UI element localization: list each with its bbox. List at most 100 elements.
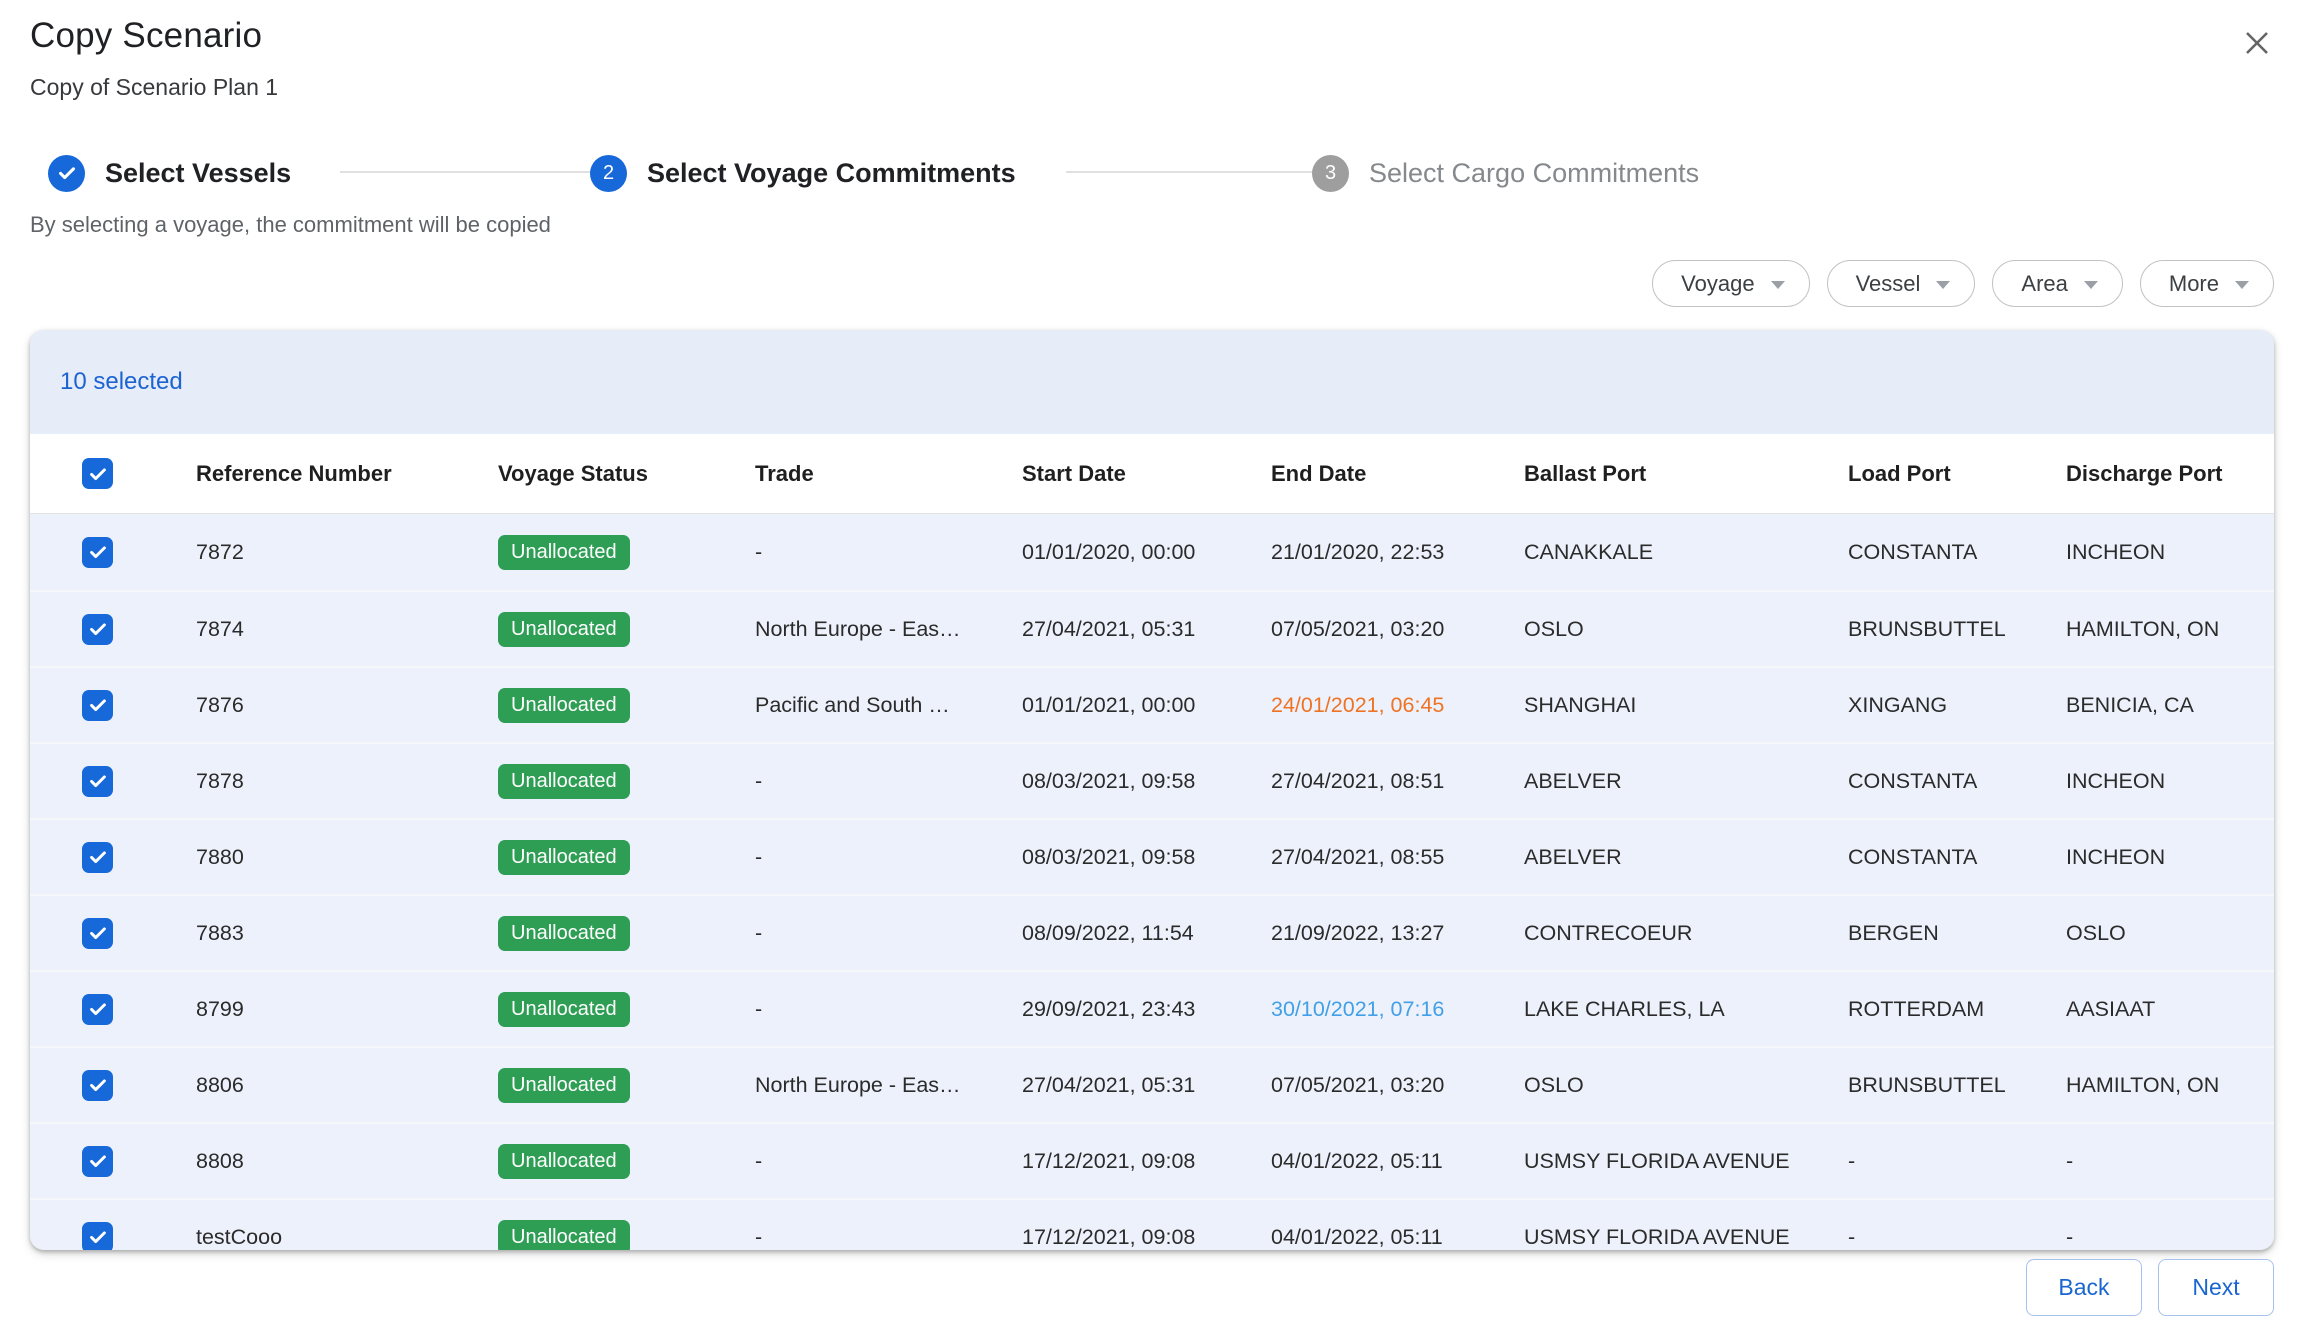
chevron-down-icon xyxy=(1936,281,1950,289)
start-date-cell: 01/01/2020, 00:00 xyxy=(1022,540,1271,565)
filter-area-button[interactable]: Area xyxy=(1992,260,2122,307)
column-header-load-port: Load Port xyxy=(1848,461,2066,487)
trade-cell: North Europe - Eas… xyxy=(755,1073,1022,1098)
filter-vessel-button[interactable]: Vessel xyxy=(1827,260,1976,307)
row-checkbox[interactable] xyxy=(82,614,113,645)
trade-cell: - xyxy=(755,769,1022,794)
step-select-cargo-commitments[interactable]: 3 Select Cargo Commitments xyxy=(1312,152,1699,194)
row-checkbox[interactable] xyxy=(82,842,113,873)
start-date-cell: 17/12/2021, 09:08 xyxy=(1022,1225,1271,1250)
end-date-cell: 27/04/2021, 08:55 xyxy=(1271,845,1524,870)
trade-cell: - xyxy=(755,1149,1022,1174)
status-badge: Unallocated xyxy=(498,840,630,875)
checkmark-icon xyxy=(87,998,109,1020)
status-badge: Unallocated xyxy=(498,612,630,647)
step-2-label: Select Voyage Commitments xyxy=(647,158,1016,189)
ballast-port-cell: ABELVER xyxy=(1524,845,1848,870)
selection-bar: 10 selected xyxy=(30,330,2274,434)
checkmark-icon xyxy=(87,463,109,485)
ballast-port-cell: OSLO xyxy=(1524,1073,1848,1098)
table-row[interactable]: 7876 Unallocated Pacific and South … 01/… xyxy=(30,666,2274,742)
filter-more-label: More xyxy=(2169,271,2219,297)
table-row[interactable]: 8806 Unallocated North Europe - Eas… 27/… xyxy=(30,1046,2274,1122)
status-badge: Unallocated xyxy=(498,1068,630,1103)
next-button[interactable]: Next xyxy=(2158,1259,2274,1316)
step-connector xyxy=(340,171,592,173)
step-connector xyxy=(1066,171,1318,173)
discharge-port-cell: INCHEON xyxy=(2066,540,2274,565)
end-date-cell: 21/01/2020, 22:53 xyxy=(1271,540,1524,565)
row-checkbox[interactable] xyxy=(82,690,113,721)
close-button[interactable] xyxy=(2238,24,2276,62)
back-button[interactable]: Back xyxy=(2026,1259,2142,1316)
table-row[interactable]: 7883 Unallocated - 08/09/2022, 11:54 21/… xyxy=(30,894,2274,970)
status-badge: Unallocated xyxy=(498,535,630,570)
selected-count: 10 selected xyxy=(60,368,183,396)
row-checkbox[interactable] xyxy=(82,918,113,949)
table-row[interactable]: 7874 Unallocated North Europe - Eas… 27/… xyxy=(30,590,2274,666)
ballast-port-cell: CONTRECOEUR xyxy=(1524,921,1848,946)
load-port-cell: BRUNSBUTTEL xyxy=(1848,1073,2066,1098)
load-port-cell: CONSTANTA xyxy=(1848,769,2066,794)
close-icon xyxy=(2240,26,2274,60)
load-port-cell: ROTTERDAM xyxy=(1848,997,2066,1022)
select-all-checkbox[interactable] xyxy=(82,458,113,489)
page-title: Copy Scenario xyxy=(30,16,262,56)
reference-number-cell: 7878 xyxy=(196,769,498,794)
row-checkbox[interactable] xyxy=(82,537,113,568)
end-date-cell: 04/01/2022, 05:11 xyxy=(1271,1149,1524,1174)
ballast-port-cell: SHANGHAI xyxy=(1524,693,1848,718)
column-header-discharge-port: Discharge Port xyxy=(2066,461,2274,487)
table-row[interactable]: testCooo Unallocated - 17/12/2021, 09:08… xyxy=(30,1198,2274,1250)
ballast-port-cell: USMSY FLORIDA AVENUE xyxy=(1524,1225,1848,1250)
ballast-port-cell: ABELVER xyxy=(1524,769,1848,794)
table-row[interactable]: 7878 Unallocated - 08/03/2021, 09:58 27/… xyxy=(30,742,2274,818)
reference-number-cell: testCooo xyxy=(196,1225,498,1250)
check-icon xyxy=(56,162,78,184)
filter-voyage-label: Voyage xyxy=(1681,271,1754,297)
end-date-cell: 04/01/2022, 05:11 xyxy=(1271,1225,1524,1250)
row-checkbox[interactable] xyxy=(82,1146,113,1177)
load-port-cell: CONSTANTA xyxy=(1848,540,2066,565)
trade-cell: - xyxy=(755,845,1022,870)
status-badge: Unallocated xyxy=(498,916,630,951)
row-checkbox[interactable] xyxy=(82,1070,113,1101)
reference-number-cell: 7872 xyxy=(196,540,498,565)
column-header-start-date: Start Date xyxy=(1022,461,1271,487)
start-date-cell: 08/09/2022, 11:54 xyxy=(1022,921,1271,946)
start-date-cell: 29/09/2021, 23:43 xyxy=(1022,997,1271,1022)
row-checkbox[interactable] xyxy=(82,766,113,797)
end-date-cell: 30/10/2021, 07:16 xyxy=(1271,997,1524,1022)
table-row[interactable]: 7872 Unallocated - 01/01/2020, 00:00 21/… xyxy=(30,514,2274,590)
filter-more-button[interactable]: More xyxy=(2140,260,2274,307)
table-row[interactable]: 8808 Unallocated - 17/12/2021, 09:08 04/… xyxy=(30,1122,2274,1198)
discharge-port-cell: BENICIA, CA xyxy=(2066,693,2274,718)
step-2-circle: 2 xyxy=(590,155,627,192)
reference-number-cell: 7876 xyxy=(196,693,498,718)
reference-number-cell: 8806 xyxy=(196,1073,498,1098)
row-checkbox[interactable] xyxy=(82,994,113,1025)
table-header-row: Reference Number Voyage Status Trade Sta… xyxy=(30,434,2274,514)
row-checkbox[interactable] xyxy=(82,1222,113,1251)
load-port-cell: BERGEN xyxy=(1848,921,2066,946)
column-header-end-date: End Date xyxy=(1271,461,1524,487)
start-date-cell: 08/03/2021, 09:58 xyxy=(1022,769,1271,794)
start-date-cell: 27/04/2021, 05:31 xyxy=(1022,617,1271,642)
start-date-cell: 17/12/2021, 09:08 xyxy=(1022,1149,1271,1174)
discharge-port-cell: OSLO xyxy=(2066,921,2274,946)
table-row[interactable]: 7880 Unallocated - 08/03/2021, 09:58 27/… xyxy=(30,818,2274,894)
load-port-cell: BRUNSBUTTEL xyxy=(1848,617,2066,642)
filter-voyage-button[interactable]: Voyage xyxy=(1652,260,1809,307)
checkmark-icon xyxy=(87,541,109,563)
reference-number-cell: 7880 xyxy=(196,845,498,870)
step-select-vessels[interactable]: Select Vessels xyxy=(48,152,291,194)
end-date-cell: 07/05/2021, 03:20 xyxy=(1271,617,1524,642)
ballast-port-cell: CANAKKALE xyxy=(1524,540,1848,565)
filter-vessel-label: Vessel xyxy=(1856,271,1921,297)
step-1-circle xyxy=(48,155,85,192)
status-badge: Unallocated xyxy=(498,1220,630,1251)
trade-cell: North Europe - Eas… xyxy=(755,617,1022,642)
step-select-voyage-commitments[interactable]: 2 Select Voyage Commitments xyxy=(590,152,1016,194)
table-row[interactable]: 8799 Unallocated - 29/09/2021, 23:43 30/… xyxy=(30,970,2274,1046)
step-3-circle: 3 xyxy=(1312,155,1349,192)
